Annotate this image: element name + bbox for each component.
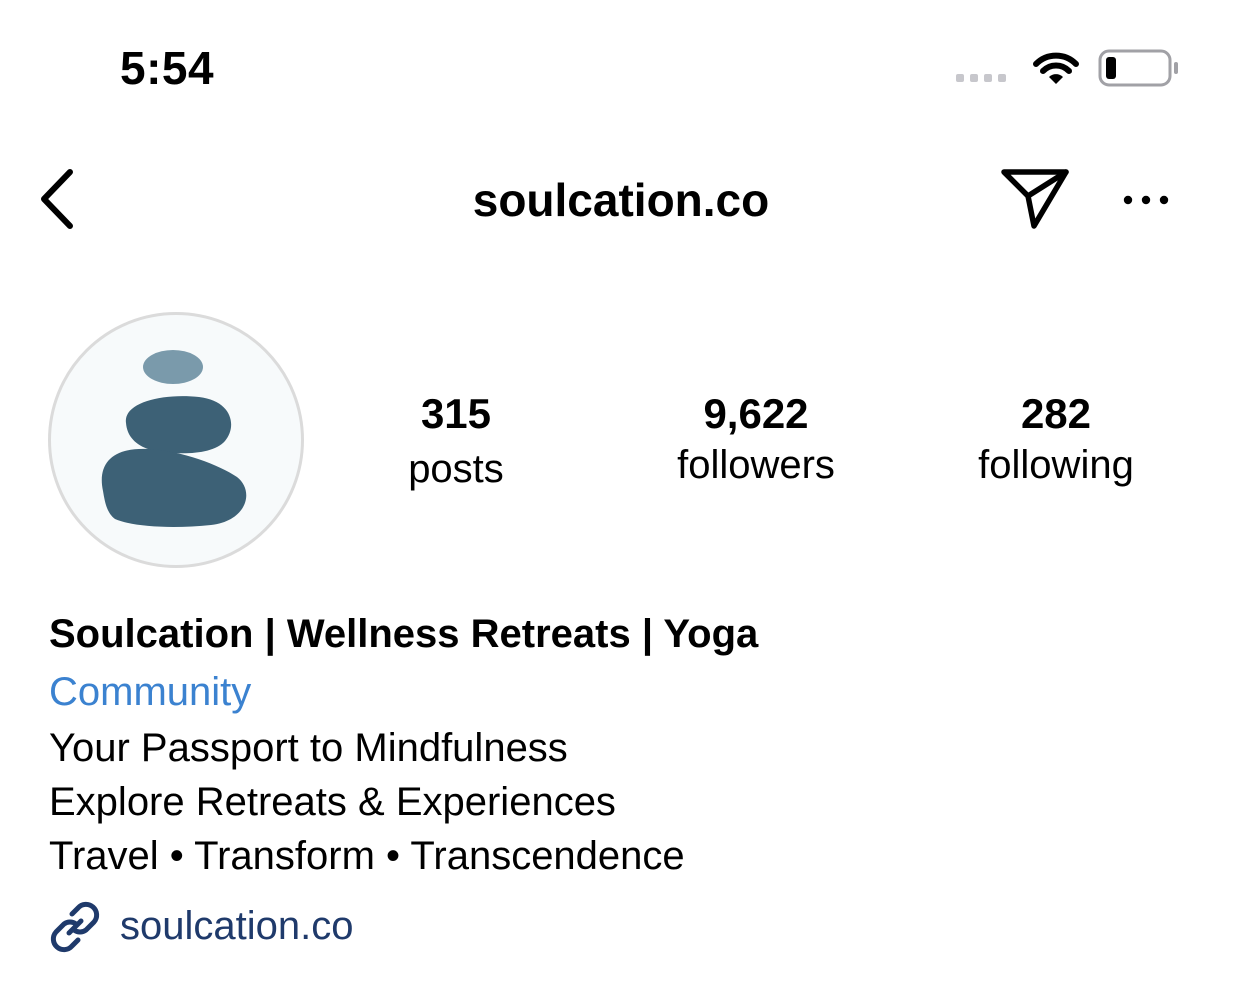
wifi-icon <box>1033 52 1079 84</box>
profile-avatar[interactable] <box>48 312 304 568</box>
followers-label: followers <box>677 443 835 487</box>
posts-count: 315 <box>420 390 492 437</box>
battery-icon <box>1098 49 1178 87</box>
stat-followers[interactable]: 9,622 followers <box>626 388 886 490</box>
profile-username-title: soulcation.co <box>472 174 770 226</box>
more-options-icon[interactable] <box>1114 178 1178 222</box>
profile-website-link[interactable]: soulcation.co <box>120 900 353 952</box>
bio-line: Explore Retreats & Experiences <box>49 780 616 824</box>
followers-count: 9,622 <box>703 390 809 437</box>
stat-following[interactable]: 282 following <box>926 388 1186 490</box>
stacked-stones-logo <box>101 350 247 527</box>
stat-posts[interactable]: 315 posts <box>326 388 586 494</box>
link-icon <box>50 901 100 953</box>
posts-label: posts <box>408 447 504 491</box>
back-chevron-icon[interactable] <box>30 164 86 234</box>
bio-line: Travel • Transform • Transcendence <box>49 834 685 878</box>
paper-plane-icon[interactable] <box>998 164 1074 234</box>
following-count: 282 <box>1020 390 1092 437</box>
cellular-signal-icon <box>956 74 1006 82</box>
profile-display-name: Soulcation | Wellness Retreats | Yoga <box>49 612 759 656</box>
following-label: following <box>978 443 1134 487</box>
profile-category: Community <box>49 670 252 714</box>
status-time: 5:54 <box>120 42 215 94</box>
bio-line: Your Passport to Mindfulness <box>49 726 568 770</box>
